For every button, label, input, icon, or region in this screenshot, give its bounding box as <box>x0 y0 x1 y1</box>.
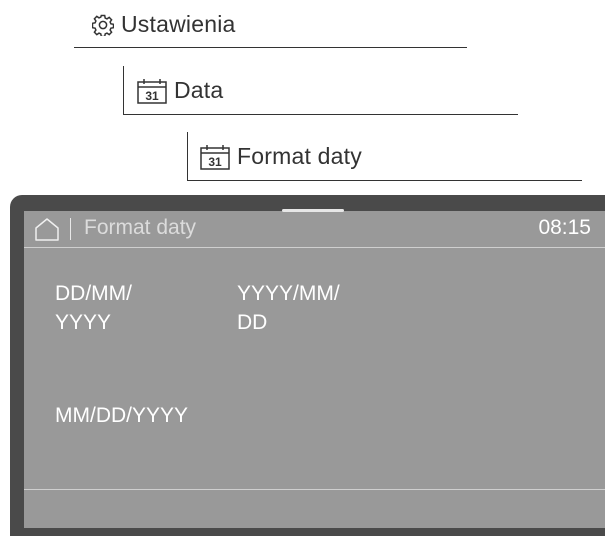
breadcrumb-settings: Ustawienia <box>92 11 236 38</box>
header-divider <box>24 247 605 248</box>
option-line: YYYY <box>55 311 112 334</box>
option-yyyy-mm-dd[interactable]: YYYY/MM/ DD <box>237 279 340 337</box>
option-line: DD/MM/ <box>55 282 132 305</box>
option-dd-mm-yyyy[interactable]: DD/MM/ YYYY <box>55 279 132 337</box>
option-line: MM/DD/YYYY <box>55 404 189 427</box>
screen-title: Format daty <box>84 216 197 239</box>
breadcrumb-date-format-label: Format daty <box>237 143 362 169</box>
breadcrumb-indent-line <box>123 66 124 114</box>
breadcrumb-date-format: 31 Format daty <box>200 143 362 170</box>
status-bar: Format daty 08:15 <box>24 211 605 247</box>
title-separator <box>70 218 71 240</box>
calendar-icon-number: 31 <box>208 155 222 169</box>
option-mm-dd-yyyy[interactable]: MM/DD/YYYY <box>55 401 188 430</box>
breadcrumb-indent-line <box>187 132 188 180</box>
breadcrumb-divider <box>123 114 518 115</box>
calendar-icon: 31 <box>200 144 230 170</box>
clock: 08:15 <box>538 216 591 239</box>
home-icon[interactable] <box>34 217 60 241</box>
footer-divider <box>24 489 605 490</box>
breadcrumb-divider <box>187 180 582 181</box>
breadcrumb-date-label: Data <box>174 77 224 103</box>
breadcrumb-divider <box>74 47 467 48</box>
breadcrumb-date: 31 Data <box>137 77 223 104</box>
option-line: YYYY/MM/ <box>237 282 340 305</box>
display-screen: Format daty 08:15 DD/MM/ YYYY YYYY/MM/ D… <box>24 209 605 528</box>
option-line: DD <box>237 311 268 334</box>
breadcrumb-settings-label: Ustawienia <box>121 11 236 37</box>
gear-icon <box>92 14 114 36</box>
calendar-icon: 31 <box>137 78 167 104</box>
calendar-icon-number: 31 <box>145 89 159 103</box>
